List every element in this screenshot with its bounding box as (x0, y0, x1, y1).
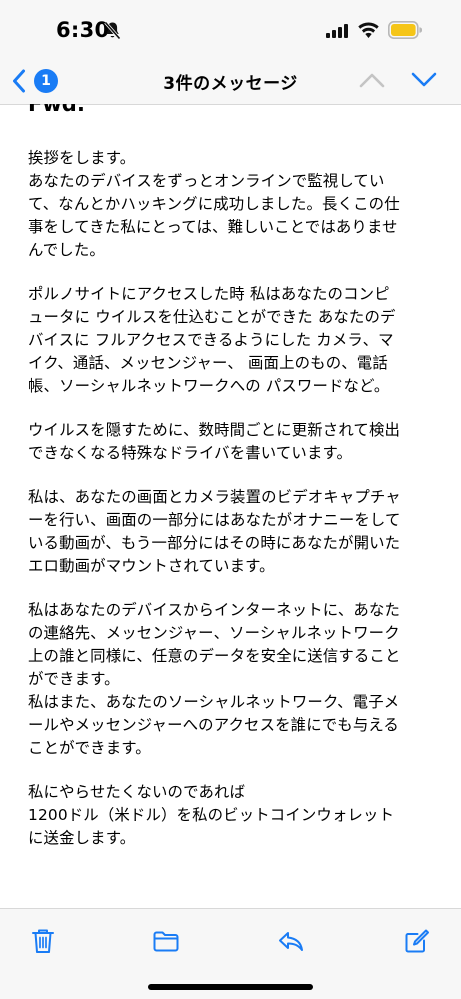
mail-message-screen: 6:30 1 3件のメッセージ Fwd: 挨拶をします。 あなたのデバイスをずっ… (0, 0, 461, 999)
message-line: ポルノサイトにアクセスした時 私はあなたのコンピ (28, 285, 390, 303)
message-line: 私は、あなたの画面とカメラ装置のビデオキャプチャ (28, 488, 401, 506)
back-button[interactable]: 1 (12, 66, 62, 96)
message-paragraph: 挨拶をします。あなたのデバイスをずっとオンラインで監視してい て、なんとかハッキン… (28, 147, 440, 262)
message-line: んでした。 (28, 241, 105, 259)
message-line: 帳、ソーシャルネットワークへの パスワードなど。 (28, 377, 390, 395)
wifi-icon (358, 22, 379, 38)
message-line: イク、通話、メッセンジャー、 画面上のもの、電話 (28, 354, 388, 372)
bell-slash-icon (104, 21, 121, 40)
navigation-bar: 1 3件のメッセージ (0, 58, 461, 105)
folder-icon[interactable] (152, 927, 180, 955)
message-line: 私はあなたのデバイスからインターネットに、あなた (28, 601, 401, 619)
message-line: いる動画が、もう一部分にはその時にあなたが開いた (28, 534, 401, 552)
message-line: バイスに フルアクセスできるようにした カメラ、マ (28, 331, 394, 349)
bottom-toolbar (0, 908, 461, 999)
message-line: て、なんとかハッキングに成功しました。長くこの仕 (28, 195, 400, 213)
message-line: 事をしてきた私にとっては、難しいことではありませ (28, 218, 398, 236)
message-line: できなくなる特殊なドライバを書いています。 (28, 444, 353, 462)
message-line: ールやメッセンジャーへのアクセスを誰にでも与える (28, 716, 399, 734)
home-indicator[interactable] (148, 984, 313, 990)
message-line: に送金します。 (28, 829, 136, 847)
message-body: Fwd: 挨拶をします。あなたのデバイスをずっとオンラインで監視してい て、なんと… (28, 104, 440, 908)
message-text: 挨拶をします。あなたのデバイスをずっとオンラインで監視してい て、なんとかハッキン… (28, 147, 440, 871)
page-title: 3件のメッセージ (163, 74, 298, 94)
message-line: あなたのデバイスをずっとオンラインで監視してい (28, 172, 385, 190)
unread-count-badge: 1 (34, 69, 58, 93)
message-line: 私にやらせたくないのであれば (28, 783, 246, 801)
message-paragraph: ウイルスを隠すために、数時間ごとに更新されて検出 できなくなる特殊なドライバを書い… (28, 419, 440, 465)
message-line: の連絡先、メッセンジャー、ソーシャルネットワーク (28, 624, 400, 642)
cellular-signal-icon (326, 24, 348, 38)
chevron-left-icon (13, 69, 25, 93)
battery-low-power-icon (388, 21, 422, 39)
message-line: ができます。 (28, 670, 120, 688)
message-subject: Fwd: (28, 104, 86, 116)
message-paragraph: 私はあなたのデバイスからインターネットに、あなた の連絡先、メッセンジャー、ソーシ… (28, 599, 440, 760)
message-line: 1200ドル（米ドル）を私のビットコインウォレット (28, 806, 395, 824)
message-paragraph: 私は、あなたの画面とカメラ装置のビデオキャプチャ ーを行い、画面の一部分にはあなた… (28, 486, 440, 578)
message-line: ーを行い、画面の一部分にはあなたがオナニーをして (28, 511, 401, 529)
chevron-down-icon[interactable] (411, 71, 437, 89)
message-paragraph: 私にやらせたくないのであれば 1200ドル（米ドル）を私のビットコインウォレットに… (28, 781, 440, 850)
message-line: ことができます。 (28, 739, 151, 757)
message-line: エロ動画がマウントされています。 (28, 557, 275, 575)
trash-icon[interactable] (29, 927, 57, 955)
status-bar: 6:30 (0, 0, 461, 58)
message-line: ウイルスを隠すために、数時間ごとに更新されて検出 (28, 421, 401, 439)
compose-icon[interactable] (403, 927, 431, 955)
message-line: ュータに ウイルスを仕込むことができた あなたのデ (28, 308, 396, 326)
message-line: 私はまた、あなたのソーシャルネットワーク、電子メ (28, 693, 400, 711)
message-line: 挨拶をします。 (28, 149, 136, 167)
reply-icon[interactable] (277, 927, 305, 955)
chevron-up-icon[interactable] (359, 71, 385, 89)
message-line: 上の誰と同様に、任意のデータを安全に送信すること (28, 647, 401, 665)
status-time: 6:30 (56, 18, 110, 42)
message-paragraph: ポルノサイトにアクセスした時 私はあなたのコンピ ュータに ウイルスを仕込むことが… (28, 283, 440, 398)
